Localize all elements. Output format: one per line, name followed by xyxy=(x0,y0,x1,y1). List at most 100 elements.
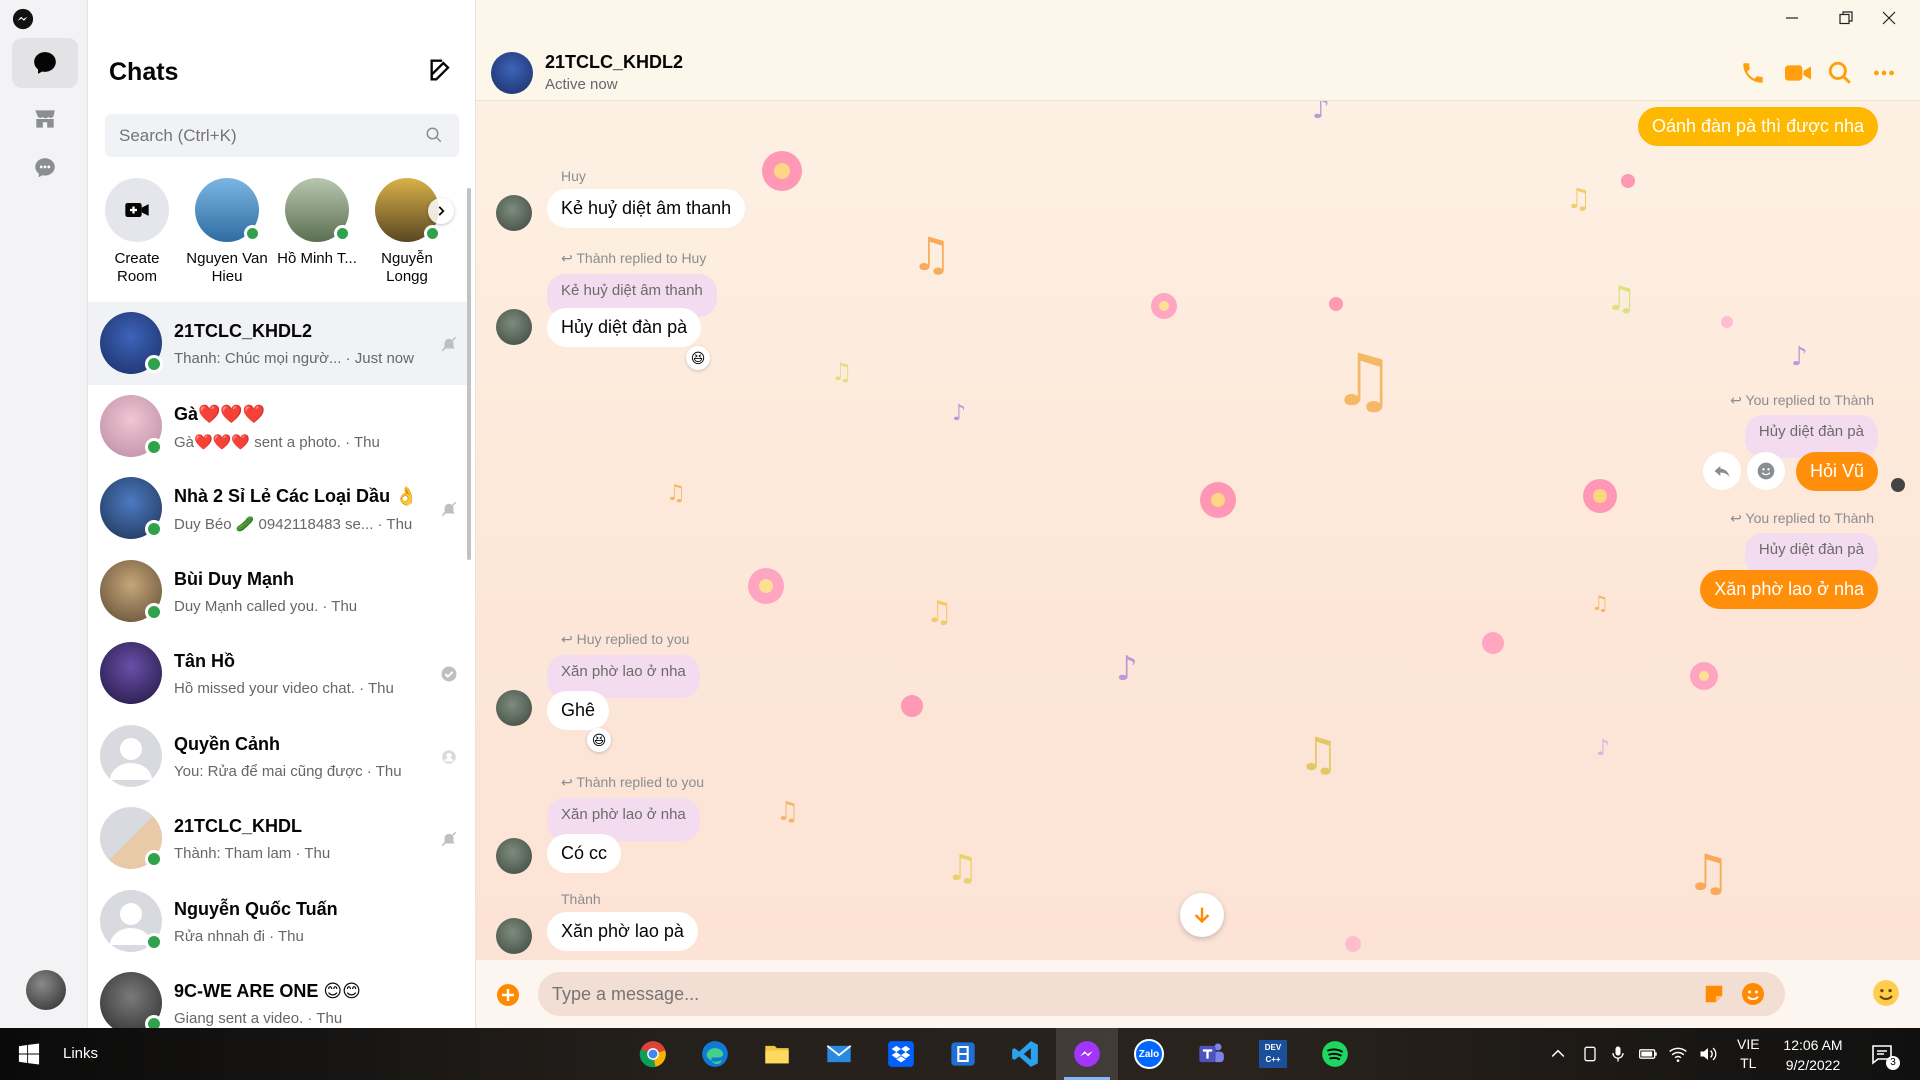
quick-emoji-icon[interactable] xyxy=(1872,979,1900,1007)
more-options-icon[interactable] xyxy=(1871,60,1897,86)
message-input-wrapper xyxy=(538,972,1785,1016)
chat-row[interactable]: Tân Hồ Hồ missed your video chat. · Thu xyxy=(88,632,468,715)
taskbar-app[interactable] xyxy=(684,1028,746,1080)
create-room-button[interactable]: Create Room xyxy=(96,178,178,286)
group-avatar[interactable] xyxy=(491,52,533,94)
conversation-header: 21TCLC_KHDL2 Active now xyxy=(476,0,1920,101)
device-icon[interactable] xyxy=(1580,1044,1600,1064)
sidebar-title: Chats xyxy=(109,58,179,86)
notification-center-button[interactable]: 3 xyxy=(1870,1042,1900,1070)
battery-icon[interactable] xyxy=(1638,1044,1658,1064)
story-label: Create Room xyxy=(114,250,160,285)
close-button[interactable] xyxy=(1869,4,1909,32)
chat-list-scrollbar[interactable] xyxy=(467,188,471,560)
incoming-message[interactable]: Hủy diệt đàn pà xyxy=(547,308,702,347)
language-indicator[interactable]: VIE TL xyxy=(1737,1035,1760,1073)
avatar xyxy=(100,559,163,622)
chats-sidebar: Chats Create Room Nguyen Van Hieu Hồ Min… xyxy=(88,0,476,1028)
volume-icon[interactable] xyxy=(1698,1044,1718,1064)
chat-row[interactable]: Nhà 2 Sỉ Lẻ Các Loại Dầu 👌 Duy Béo 🥒 094… xyxy=(88,467,468,550)
devc-icon: DEV C++ xyxy=(1259,1040,1287,1068)
chat-row[interactable]: 21TCLC_KHDL Thành: Tham lam · Thu xyxy=(88,797,468,880)
svg-text:♫: ♫ xyxy=(776,797,799,827)
taskbar-app[interactable] xyxy=(870,1028,932,1080)
sender-avatar[interactable] xyxy=(496,838,532,874)
reply-action-button[interactable] xyxy=(1703,452,1741,490)
react-action-button[interactable] xyxy=(1747,452,1785,490)
taskbar-app[interactable] xyxy=(746,1028,808,1080)
microphone-icon[interactable] xyxy=(1608,1044,1628,1064)
chevron-up-icon[interactable] xyxy=(1548,1044,1568,1064)
rail-chats-button[interactable] xyxy=(12,38,78,88)
message-input[interactable] xyxy=(552,972,1652,1016)
active-contact[interactable]: Hồ Minh T... xyxy=(276,178,358,268)
taskbar-app[interactable]: Zalo xyxy=(1118,1028,1180,1080)
chat-row[interactable]: Bùi Duy Mạnh Duy Mạnh called you. · Thu xyxy=(88,550,468,633)
active-contact[interactable]: Nguyễn Longg xyxy=(366,178,448,286)
messenger-icon xyxy=(1074,1041,1100,1067)
incoming-message[interactable]: Ghê xyxy=(547,691,610,730)
video-call-icon[interactable] xyxy=(1783,60,1813,86)
taskbar-app[interactable] xyxy=(808,1028,870,1080)
chevron-right-icon xyxy=(438,206,445,216)
add-attachment-icon[interactable] xyxy=(496,983,520,1007)
rail-requests-button[interactable] xyxy=(12,143,78,193)
seen-avatar-icon xyxy=(442,749,456,764)
taskbar-app[interactable] xyxy=(994,1028,1056,1080)
taskbar-app[interactable] xyxy=(932,1028,994,1080)
sender-avatar[interactable] xyxy=(496,918,532,954)
svg-text:♪: ♪ xyxy=(1116,649,1138,689)
outgoing-message[interactable]: Xăn phờ lao ở nha xyxy=(1700,570,1878,609)
scroll-to-bottom-button[interactable] xyxy=(1180,893,1224,937)
reply-note-text: You replied to Thành xyxy=(1745,510,1874,526)
taskbar-app[interactable] xyxy=(622,1028,684,1080)
chat-row[interactable]: 9C-WE ARE ONE 😊😊 Giang sent a video. · T… xyxy=(88,962,468,1028)
restore-button[interactable] xyxy=(1826,4,1866,32)
keyboard-layout: TL xyxy=(1740,1055,1757,1071)
outgoing-message[interactable]: Hỏi Vũ xyxy=(1795,452,1878,491)
clock[interactable]: 12:06 AM 9/2/2022 xyxy=(1773,1035,1853,1075)
online-indicator xyxy=(145,437,163,456)
conversation-title[interactable]: 21TCLC_KHDL2 xyxy=(545,52,683,73)
windows-start-icon[interactable] xyxy=(18,1043,40,1065)
file-explorer-icon xyxy=(765,1045,789,1064)
search-input[interactable] xyxy=(119,114,409,157)
sender-avatar[interactable] xyxy=(496,309,532,345)
emoji-icon[interactable] xyxy=(1741,982,1765,1006)
reaction-badge[interactable]: 😆 xyxy=(587,728,611,752)
sticker-icon[interactable] xyxy=(1703,983,1725,1005)
outgoing-message[interactable]: Oánh đàn pà thì được nha xyxy=(1637,107,1878,146)
rail-marketplace-button[interactable] xyxy=(12,94,78,144)
chat-row[interactable]: Nguyễn Quốc Tuấn Rửa nhnah đi · Thu xyxy=(88,880,468,963)
minimize-button[interactable] xyxy=(1772,4,1812,32)
search-icon[interactable] xyxy=(1827,60,1853,86)
taskbar-app[interactable] xyxy=(1304,1028,1366,1080)
compose-icon[interactable] xyxy=(427,56,455,84)
incoming-message[interactable]: Có cc xyxy=(547,834,622,873)
phone-icon[interactable] xyxy=(1740,60,1766,86)
delivered-check-icon xyxy=(441,666,457,682)
links-toolbar-label[interactable]: Links xyxy=(63,1045,98,1062)
sender-avatar[interactable] xyxy=(496,690,532,726)
active-contact[interactable]: Nguyen Van Hieu xyxy=(186,178,268,286)
sender-avatar[interactable] xyxy=(496,195,532,231)
profile-avatar[interactable] xyxy=(26,970,66,1010)
svg-text:♪: ♪ xyxy=(952,401,966,426)
chat-row[interactable]: Gà❤️❤️❤️ Gà❤️❤️❤️ sent a photo. · Thu xyxy=(88,385,468,468)
incoming-message[interactable]: Kẻ huỷ diệt âm thanh xyxy=(547,189,746,228)
svg-text:♫: ♫ xyxy=(1331,338,1396,422)
incoming-message[interactable]: Xăn phờ lao pà xyxy=(547,912,698,951)
default-avatar-icon xyxy=(100,889,163,952)
taskbar-app[interactable] xyxy=(1056,1028,1118,1080)
wifi-icon[interactable] xyxy=(1668,1044,1688,1064)
taskbar-app[interactable] xyxy=(1180,1028,1242,1080)
svg-text:♫: ♫ xyxy=(1591,591,1609,615)
taskbar-app[interactable]: DEV C++ xyxy=(1242,1028,1304,1080)
stories-next-button[interactable] xyxy=(428,198,454,224)
chat-preview: You: Rửa để mai cũng được · Thu xyxy=(174,762,402,780)
chat-row[interactable]: Quyền Cảnh You: Rửa để mai cũng được · T… xyxy=(88,715,468,798)
chat-row[interactable]: 21TCLC_KHDL2 Thanh: Chúc mọi ngườ... · J… xyxy=(88,302,468,385)
reaction-badge[interactable]: 😆 xyxy=(686,346,710,370)
online-indicator xyxy=(145,850,163,868)
search-icon[interactable] xyxy=(425,126,443,144)
